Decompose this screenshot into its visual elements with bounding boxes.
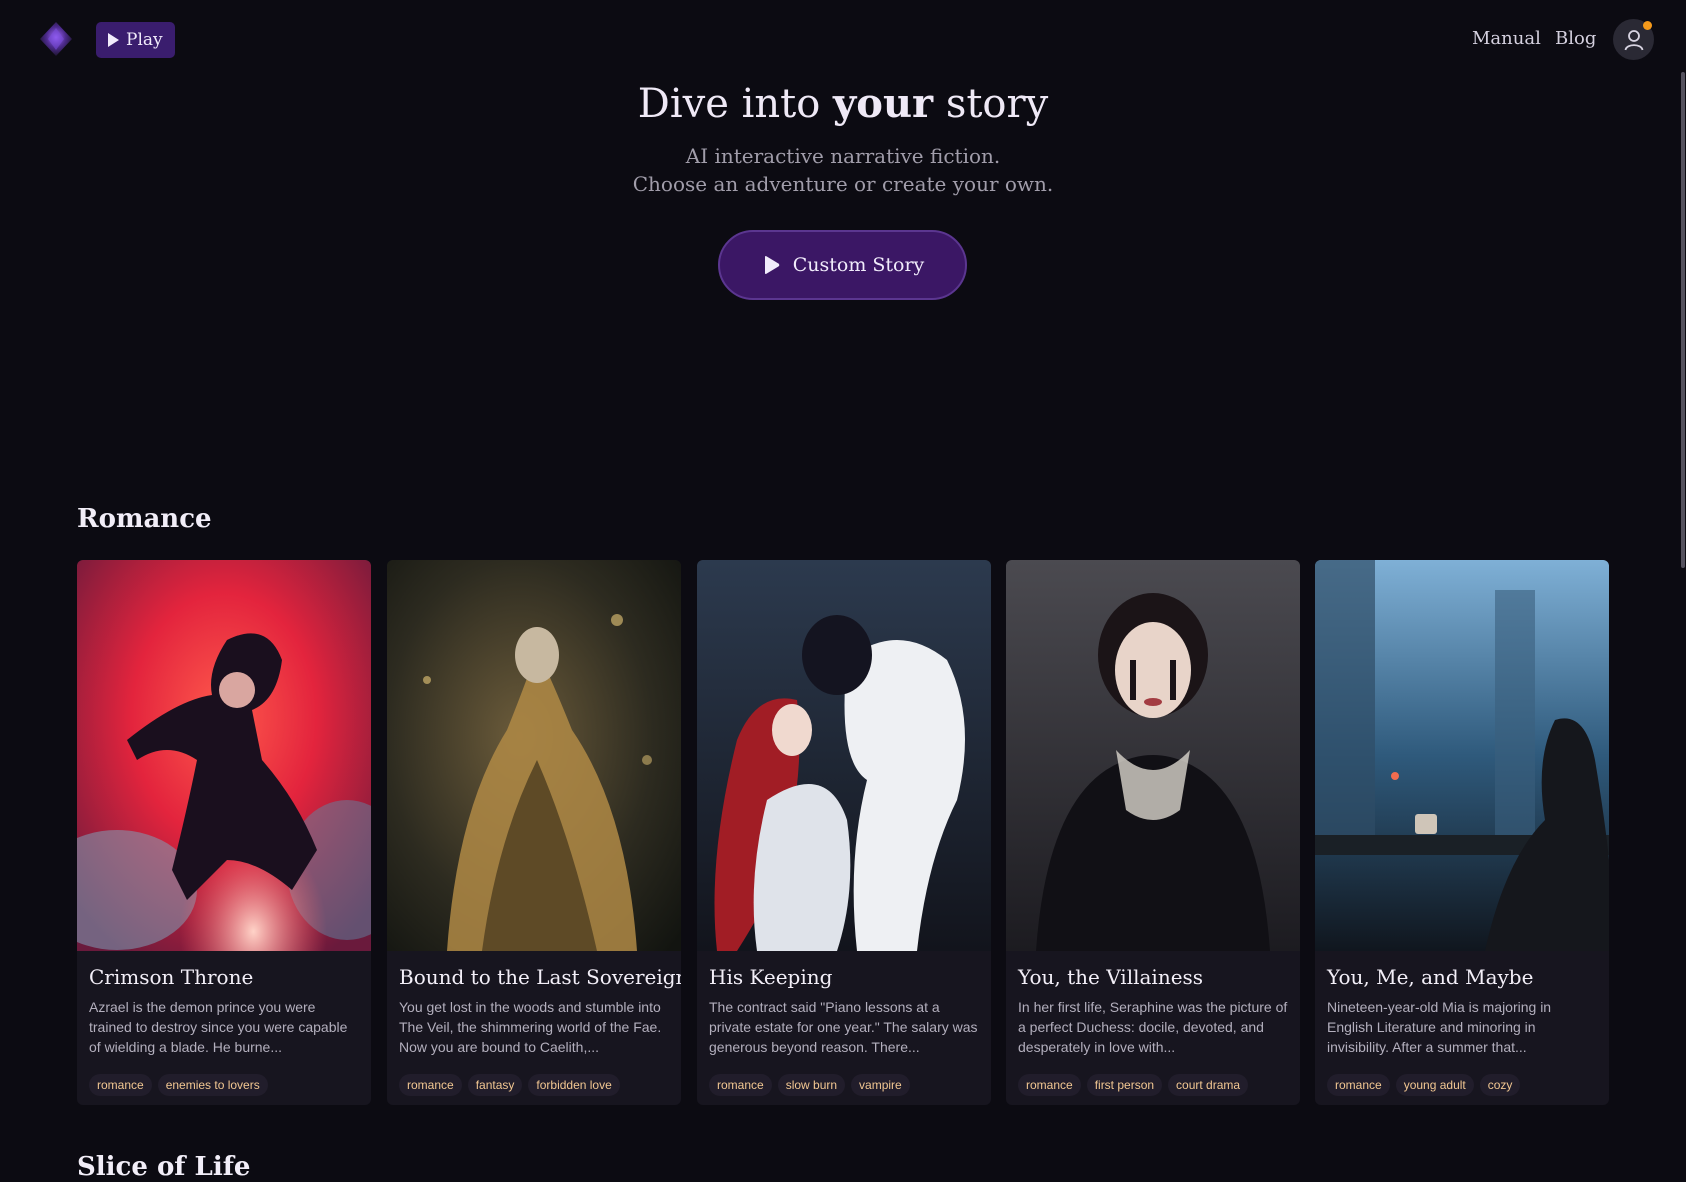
hero-subtitle-line-2: Choose an adventure or create your own. (632, 172, 1054, 196)
logo-icon[interactable] (40, 22, 72, 56)
tag-list: romance first person court drama (1018, 1074, 1249, 1096)
story-cover-image (387, 560, 681, 951)
story-cover-image (77, 560, 371, 951)
hero-title: Dive into your story (637, 80, 1049, 127)
tag[interactable]: romance (1327, 1074, 1390, 1096)
nav-manual-link[interactable]: Manual (1472, 28, 1541, 49)
tag[interactable]: first person (1086, 1074, 1163, 1096)
custom-story-button[interactable]: Custom Story (718, 230, 967, 300)
story-cover-image (697, 560, 991, 951)
story-card[interactable]: You, Me, and Maybe Nineteen-year-old Mia… (1315, 560, 1609, 1105)
story-title: Bound to the Last Sovereign (399, 965, 681, 989)
custom-story-label: Custom Story (792, 254, 925, 276)
play-icon (108, 33, 119, 47)
tag[interactable]: romance (399, 1074, 462, 1096)
top-nav: Play Manual Blog (0, 0, 1686, 80)
tag[interactable]: romance (89, 1074, 152, 1096)
story-description: Nineteen-year-old Mia is majoring in Eng… (1327, 999, 1552, 1055)
tag[interactable]: cozy (1479, 1074, 1521, 1096)
user-avatar-button[interactable] (1613, 19, 1654, 60)
play-icon (764, 256, 780, 274)
story-title: His Keeping (709, 965, 833, 989)
story-description: The contract said "Piano lessons at a pr… (709, 999, 978, 1055)
tag[interactable]: vampire (851, 1074, 910, 1096)
story-title: You, Me, and Maybe (1327, 965, 1534, 989)
tag-list: romance enemies to lovers (89, 1074, 268, 1096)
tag[interactable]: young adult (1395, 1074, 1474, 1096)
nav-blog-link[interactable]: Blog (1555, 28, 1596, 49)
tag[interactable]: slow burn (777, 1074, 846, 1096)
tag[interactable]: romance (1018, 1074, 1081, 1096)
tag[interactable]: enemies to lovers (157, 1074, 268, 1096)
story-cover-image (1006, 560, 1300, 951)
story-card[interactable]: You, the Villainess In her first life, S… (1006, 560, 1300, 1105)
tag-list: romance fantasy forbidden love (399, 1074, 620, 1096)
notification-dot (1643, 21, 1652, 30)
section-title-romance: Romance (77, 504, 212, 534)
story-description: Azrael is the demon prince you were trai… (89, 999, 348, 1055)
story-title: You, the Villainess (1018, 965, 1204, 989)
story-description: In her first life, Seraphine was the pic… (1018, 999, 1288, 1055)
story-title: Crimson Throne (89, 965, 254, 989)
story-description: You get lost in the woods and stumble in… (399, 999, 662, 1055)
tag[interactable]: fantasy (467, 1074, 523, 1096)
tag-list: romance young adult cozy (1327, 1074, 1521, 1096)
tag[interactable]: romance (709, 1074, 772, 1096)
tag[interactable]: court drama (1168, 1074, 1249, 1096)
tag-list: romance slow burn vampire (709, 1074, 910, 1096)
user-icon (1624, 29, 1643, 50)
tag[interactable]: forbidden love (528, 1074, 620, 1096)
page-scrollbar[interactable] (1681, 72, 1685, 568)
story-cover-image (1315, 560, 1609, 951)
play-button-label: Play (126, 30, 163, 50)
story-card[interactable]: His Keeping The contract said "Piano les… (697, 560, 991, 1105)
play-button[interactable]: Play (96, 22, 175, 58)
story-card[interactable]: Crimson Throne Azrael is the demon princ… (77, 560, 371, 1105)
story-card[interactable]: Bound to the Last Sovereign You get lost… (387, 560, 681, 1105)
section-title-slice-of-life: Slice of Life (77, 1152, 251, 1182)
hero-subtitle-line-1: AI interactive narrative fiction. (685, 144, 1001, 168)
